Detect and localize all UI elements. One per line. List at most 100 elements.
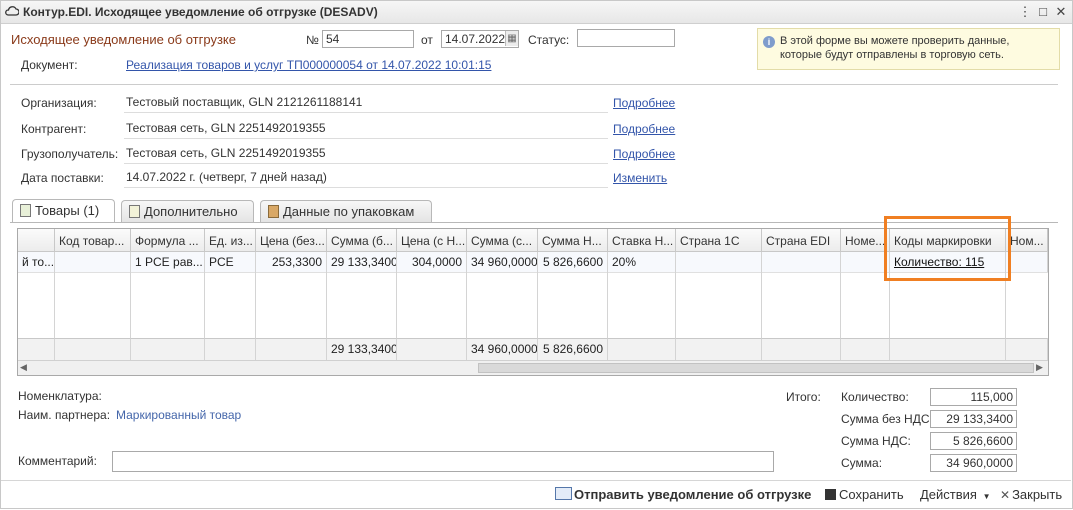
column-header[interactable]: Цена (с Н... (397, 229, 467, 252)
table-cell[interactable] (841, 252, 890, 272)
save-button[interactable]: Сохранить (825, 487, 904, 502)
vat-label: Сумма НДС: (841, 434, 911, 448)
divider (124, 163, 608, 164)
empty-column (205, 272, 256, 338)
column-header[interactable]: Ед. из... (205, 229, 256, 252)
organization-label: Организация: (21, 96, 97, 110)
box-icon (268, 205, 279, 218)
actions-menu-button[interactable]: Действия ▼ (920, 487, 991, 502)
column-header[interactable] (18, 229, 55, 252)
table-cell[interactable]: й то... (18, 252, 55, 272)
table-cell[interactable]: 253,3300 (256, 252, 327, 272)
document-link[interactable]: Реализация товаров и услуг ТП000000054 о… (126, 58, 491, 72)
marking-codes-highlight (884, 216, 1011, 281)
column-header[interactable]: Цена (без... (256, 229, 327, 252)
close-button[interactable]: ✕ Закрыть (1000, 487, 1062, 502)
horizontal-scrollbar[interactable]: ◀ ▶ (18, 360, 1048, 375)
counterparty-details-link[interactable]: Подробнее (613, 122, 675, 136)
empty-column (327, 272, 397, 338)
empty-column (397, 272, 467, 338)
date-value: 14.07.2022 (445, 32, 506, 46)
tab-goods[interactable]: Товары (1) (12, 199, 115, 223)
column-header[interactable]: Страна 1С (676, 229, 762, 252)
table-cell[interactable] (1006, 252, 1048, 272)
maximize-icon[interactable]: □ (1035, 4, 1051, 20)
tab-additional[interactable]: Дополнительно (121, 200, 254, 222)
number-input[interactable]: 54 (322, 30, 414, 48)
totals-cell (841, 338, 890, 360)
close-label: Закрыть (1012, 487, 1063, 502)
vat-field[interactable]: 5 826,6600 (930, 432, 1017, 450)
floppy-icon (825, 489, 836, 500)
comment-label: Комментарий: (18, 454, 97, 468)
column-header[interactable]: Ном... (1006, 229, 1048, 252)
organization-details-link[interactable]: Подробнее (613, 96, 675, 110)
empty-column (256, 272, 327, 338)
table-cell[interactable]: 304,0000 (397, 252, 467, 272)
delivery-date-label: Дата поставки: (21, 171, 104, 185)
table-cell[interactable] (676, 252, 762, 272)
table-cell[interactable]: 34 960,0000 (467, 252, 538, 272)
totals-cell (205, 338, 256, 360)
totals-sum-wo-vat: 29 133,3400 (327, 338, 397, 360)
close-window-icon[interactable]: ✕ (1053, 4, 1069, 20)
calendar-icon[interactable]: ▦ (505, 31, 518, 46)
nomenclature-label: Номенклатура: (18, 389, 102, 403)
send-notification-button[interactable]: Отправить уведомление об отгрузке (555, 487, 811, 502)
send-notification-label: Отправить уведомление об отгрузке (574, 487, 812, 502)
scrollbar-thumb[interactable] (478, 363, 1034, 373)
document-icon (129, 205, 140, 218)
column-header[interactable]: Страна EDI (762, 229, 841, 252)
tab-packaging[interactable]: Данные по упаковкам (260, 200, 432, 222)
table-cell[interactable] (55, 252, 131, 272)
column-header[interactable]: Сумма (б... (327, 229, 397, 252)
chevron-down-icon: ▼ (982, 492, 991, 501)
info-icon: i (763, 36, 775, 48)
divider (124, 187, 608, 188)
hint-box: i В этой форме вы можете проверить данны… (757, 28, 1060, 70)
column-header[interactable]: Формула ... (131, 229, 205, 252)
table-cell[interactable]: 20% (608, 252, 676, 272)
totals-cell (18, 338, 55, 360)
date-label: от (421, 33, 433, 47)
scroll-right-icon[interactable]: ▶ (1036, 362, 1043, 373)
close-icon: ✕ (1000, 488, 1011, 502)
divider (124, 138, 608, 139)
totals-sum-with-vat: 34 960,0000 (467, 338, 538, 360)
empty-column (55, 272, 131, 338)
column-header[interactable]: Ставка Н... (608, 229, 676, 252)
table-cell[interactable]: 1 PCE рав... (131, 252, 205, 272)
document-label: Документ: (21, 58, 78, 72)
column-header[interactable]: Код товар... (55, 229, 131, 252)
table-cell[interactable]: 5 826,6600 (538, 252, 608, 272)
column-header[interactable]: Сумма (с... (467, 229, 538, 252)
comment-field[interactable] (112, 451, 774, 472)
column-header[interactable]: Сумма Н... (538, 229, 608, 252)
empty-column (538, 272, 608, 338)
status-label: Статус: (528, 33, 570, 47)
consignee-details-link[interactable]: Подробнее (613, 147, 675, 161)
command-bar: Отправить уведомление об отгрузке Сохран… (1, 480, 1071, 509)
sum-field[interactable]: 34 960,0000 (930, 454, 1017, 472)
table-cell[interactable] (762, 252, 841, 272)
scroll-left-icon[interactable]: ◀ (20, 362, 27, 373)
goods-tab-icon (20, 204, 31, 217)
window-titlebar: Контур.EDI. Исходящее уведомление об отг… (0, 0, 1073, 24)
empty-column (841, 272, 890, 338)
quantity-field[interactable]: 115,000 (930, 388, 1017, 406)
empty-column (131, 272, 205, 338)
sum-label: Сумма: (841, 456, 883, 470)
sum-wo-vat-field[interactable]: 29 133,3400 (930, 410, 1017, 428)
table-cell[interactable]: PCE (205, 252, 256, 272)
envelope-icon (555, 487, 572, 500)
partner-name-label: Наим. партнера: (18, 408, 111, 422)
more-icon[interactable]: ⋮ (1017, 4, 1033, 20)
table-cell[interactable]: 29 133,3400 (327, 252, 397, 272)
totals-label: Итого: (786, 390, 821, 404)
organization-value: Тестовый поставщик, GLN 2121261188141 (126, 95, 363, 109)
delivery-date-change-link[interactable]: Изменить (613, 171, 667, 185)
column-header[interactable]: Номе... (841, 229, 890, 252)
divider (124, 112, 608, 113)
status-field[interactable] (577, 29, 675, 47)
divider (10, 84, 1058, 85)
